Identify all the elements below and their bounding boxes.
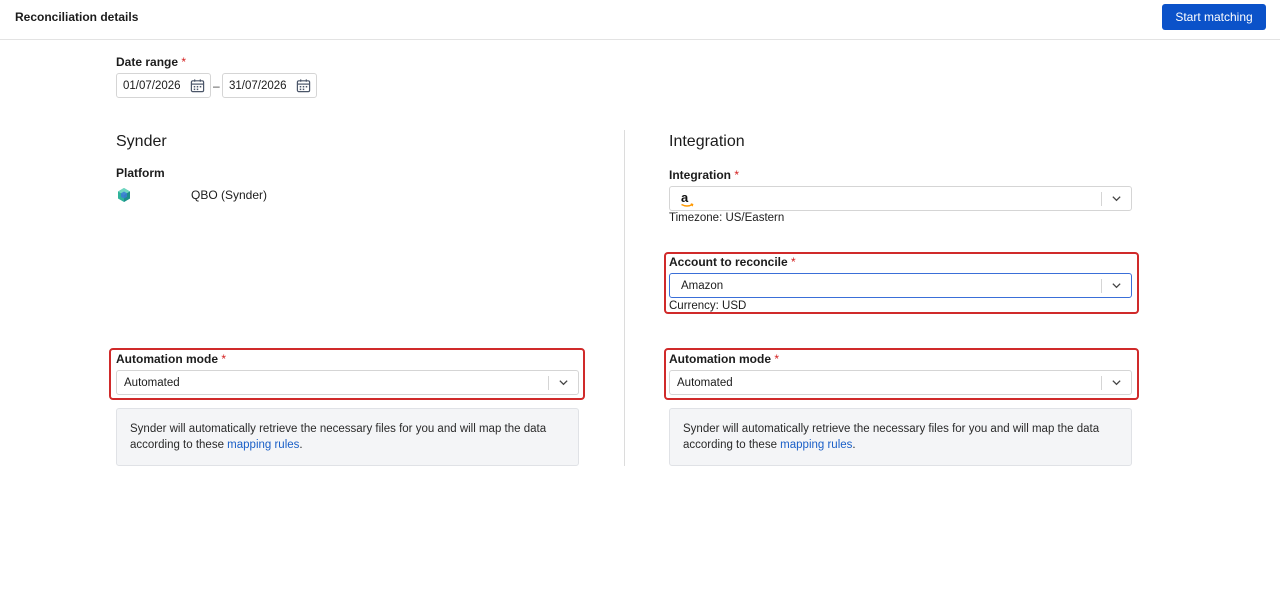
synder-info-box: Synder will automatically retrieve the n… <box>116 408 579 466</box>
account-select[interactable]: Amazon <box>669 273 1132 298</box>
integration-automation-select[interactable]: Automated <box>669 370 1132 395</box>
integration-automation-label: Automation mode * <box>669 352 779 366</box>
chevron-down-icon[interactable] <box>1111 193 1122 204</box>
required-marker: * <box>221 352 227 366</box>
chevron-down-icon[interactable] <box>1111 377 1122 388</box>
currency-text: Currency: USD <box>669 300 747 312</box>
calendar-icon[interactable] <box>190 78 205 93</box>
integration-automation-value: Automated <box>677 377 733 389</box>
integration-automation-label-text: Automation mode <box>669 352 771 366</box>
amazon-logo-icon: a <box>681 190 694 207</box>
timezone-text: Timezone: US/Eastern <box>669 212 785 224</box>
start-date-input[interactable]: 01/07/2026 <box>116 73 211 98</box>
top-bar: Reconciliation details Start matching <box>0 0 1280 40</box>
required-marker: * <box>774 352 780 366</box>
synder-section-title: Synder <box>116 133 167 150</box>
required-marker: * <box>734 168 740 182</box>
account-value: Amazon <box>681 280 724 292</box>
synder-info-end: . <box>299 439 303 451</box>
integration-select[interactable]: a <box>669 186 1132 211</box>
chevron-down-icon[interactable] <box>558 377 569 388</box>
synder-automation-label: Automation mode * <box>116 352 226 366</box>
synder-automation-value: Automated <box>124 377 180 389</box>
integration-section-title: Integration <box>669 133 745 150</box>
platform-value: QBO (Synder) <box>191 188 268 202</box>
start-date-value: 01/07/2026 <box>123 80 181 92</box>
synder-info-text: Synder will automatically retrieve the n… <box>130 423 547 451</box>
integration-info-end: . <box>852 439 856 451</box>
column-divider <box>624 130 625 466</box>
select-separator <box>1101 192 1102 206</box>
integration-info-text: Synder will automatically retrieve the n… <box>683 423 1100 451</box>
required-marker: * <box>181 55 187 69</box>
date-separator: – <box>213 79 220 93</box>
chevron-down-icon[interactable] <box>1111 280 1122 291</box>
integration-mapping-rules-link[interactable]: mapping rules <box>780 439 852 451</box>
required-marker: * <box>791 255 796 269</box>
synder-automation-label-text: Automation mode <box>116 352 218 366</box>
select-separator <box>1101 376 1102 390</box>
integration-label: Integration * <box>669 168 739 182</box>
calendar-icon[interactable] <box>296 78 311 93</box>
date-range-label-text: Date range <box>116 55 179 69</box>
account-label-text: Account to reconcile <box>669 255 788 269</box>
page-title: Reconciliation details <box>15 10 139 24</box>
integration-label-text: Integration <box>669 168 731 182</box>
synder-automation-select[interactable]: Automated <box>116 370 579 395</box>
start-matching-button[interactable]: Start matching <box>1162 4 1266 30</box>
end-date-input[interactable]: 31/07/2026 <box>222 73 317 98</box>
select-separator <box>1101 279 1102 293</box>
integration-info-box: Synder will automatically retrieve the n… <box>669 408 1132 466</box>
synder-logo-icon <box>118 188 130 202</box>
synder-mapping-rules-link[interactable]: mapping rules <box>227 439 299 451</box>
date-range-label: Date range * <box>116 55 186 69</box>
svg-text:a: a <box>681 190 689 205</box>
account-label: Account to reconcile * <box>669 255 796 269</box>
end-date-value: 31/07/2026 <box>229 80 287 92</box>
select-separator <box>548 376 549 390</box>
platform-label: Platform <box>116 166 165 180</box>
